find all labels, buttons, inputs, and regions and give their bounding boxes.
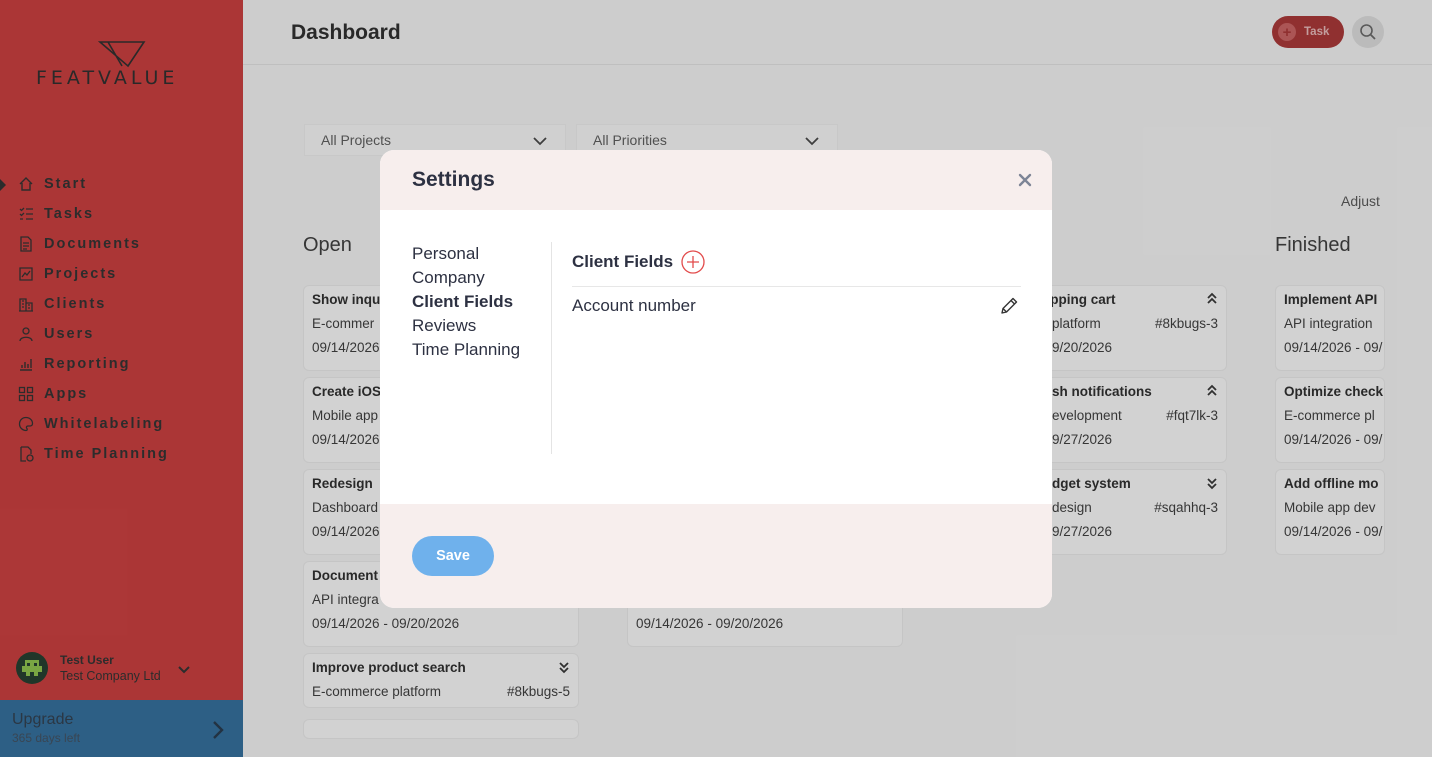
client-fields-header: Client Fields xyxy=(572,250,705,274)
menu-divider xyxy=(551,242,552,454)
settings-menu-company[interactable]: Company xyxy=(412,266,520,290)
settings-menu-time-planning[interactable]: Time Planning xyxy=(412,338,520,362)
save-button[interactable]: Save xyxy=(412,536,494,576)
settings-menu-client-fields[interactable]: Client Fields xyxy=(412,290,520,314)
settings-menu-personal[interactable]: Personal xyxy=(412,242,520,266)
modal-title: Settings xyxy=(412,168,495,191)
pencil-icon[interactable] xyxy=(998,295,1020,317)
plus-circle-icon xyxy=(681,250,705,274)
settings-modal: Settings Personal Company Client Fields … xyxy=(380,150,1052,608)
modal-header: Settings xyxy=(380,150,1052,210)
client-field-row: Account number xyxy=(572,295,1022,317)
client-field-name: Account number xyxy=(572,296,696,315)
settings-menu: Personal Company Client Fields Reviews T… xyxy=(412,242,520,362)
settings-menu-reviews[interactable]: Reviews xyxy=(412,314,520,338)
modal-footer: Save xyxy=(380,504,1052,608)
close-icon[interactable] xyxy=(1014,169,1036,191)
section-title: Client Fields xyxy=(572,252,674,271)
section-divider xyxy=(572,286,1021,287)
add-field-button[interactable] xyxy=(681,250,705,274)
